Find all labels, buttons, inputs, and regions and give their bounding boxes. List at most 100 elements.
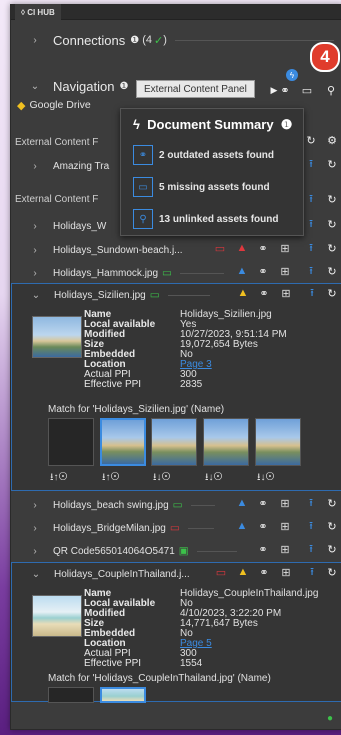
sync-icon[interactable]: ↻ bbox=[325, 241, 339, 255]
place-icon[interactable]: ⊞ bbox=[278, 519, 292, 533]
candidate-thumbnail[interactable] bbox=[100, 687, 146, 703]
place-icon[interactable]: ⊞ bbox=[278, 496, 292, 510]
monitor-icon: ▭ bbox=[172, 499, 183, 511]
upload-icon[interactable]: ⭱ bbox=[304, 496, 318, 510]
summary-item-missing[interactable]: ▭ 5 missing assets found bbox=[133, 176, 301, 198]
panel-titlebar: ◊ CI HUB bbox=[11, 4, 341, 20]
upload-icon[interactable]: ⭱ bbox=[304, 157, 318, 171]
monitor-icon: ▭ bbox=[169, 522, 180, 534]
file-name: Holidays_beach swing.jpg bbox=[53, 499, 169, 511]
file-name: Holidays_Hammock.jpg bbox=[53, 267, 159, 279]
chevron-down-icon[interactable]: ⌄ bbox=[30, 569, 42, 580]
link-icon[interactable]: ⚭ bbox=[256, 519, 270, 533]
summary-item-unlinked[interactable]: ⚲ 13 unlinked assets found bbox=[133, 208, 301, 230]
tab-title: CI HUB bbox=[27, 7, 55, 17]
info-icon[interactable]: ❶ bbox=[281, 117, 293, 132]
meta-value: 2835 bbox=[180, 379, 203, 390]
info-icon[interactable]: ❶ bbox=[119, 81, 128, 92]
panel-footer bbox=[11, 705, 341, 729]
warning-icon: ▲ bbox=[236, 265, 248, 277]
link-icon[interactable]: ⚭ bbox=[257, 286, 271, 300]
chevron-down-icon[interactable]: ⌄ bbox=[29, 81, 41, 92]
chevron-right-icon[interactable]: › bbox=[29, 268, 41, 279]
match-title: Match for 'Holidays_CoupleInThailand.jpg… bbox=[48, 673, 271, 684]
user-status-icon[interactable]: ● bbox=[323, 711, 337, 725]
connections-section[interactable]: › Connections ❶ (4 ✓ ) bbox=[11, 29, 341, 51]
upload-icon[interactable]: ⭱ bbox=[305, 565, 319, 579]
upload-icon[interactable]: ⭱ bbox=[304, 519, 318, 533]
file-name: Holidays_W bbox=[53, 220, 107, 232]
link-icon[interactable]: ⚭ bbox=[278, 83, 292, 97]
sync-icon[interactable]: ↻ bbox=[325, 496, 339, 510]
meta-label: Effective PPI bbox=[84, 379, 142, 390]
google-drive-label: Google Drive bbox=[29, 99, 91, 111]
link-icon[interactable]: ⚭ bbox=[256, 241, 270, 255]
candidate-thumbnail[interactable] bbox=[48, 687, 94, 703]
gear-icon[interactable]: ⚙ bbox=[325, 133, 339, 147]
sync-icon[interactable]: ↻ bbox=[325, 217, 339, 231]
warning-icon: ▲ bbox=[236, 497, 248, 509]
summary-item-text: 2 outdated assets found bbox=[159, 149, 275, 161]
asset-thumbnail bbox=[32, 316, 82, 358]
chevron-right-icon[interactable]: › bbox=[29, 161, 41, 172]
place-icon[interactable]: ⊞ bbox=[279, 286, 293, 300]
candidate-thumbnail[interactable] bbox=[100, 418, 146, 466]
place-icon[interactable]: ⊞ bbox=[278, 241, 292, 255]
sync-icon[interactable]: ↻ bbox=[325, 542, 339, 556]
summary-item-outdated[interactable]: ⚭ 2 outdated assets found bbox=[133, 144, 301, 166]
chevron-right-icon[interactable]: › bbox=[29, 221, 41, 232]
candidate-thumbnail[interactable] bbox=[48, 418, 94, 466]
chevron-right-icon[interactable]: › bbox=[29, 546, 41, 557]
sync-icon[interactable]: ↻ bbox=[325, 286, 339, 300]
link-icon[interactable]: ⚭ bbox=[256, 264, 270, 278]
divider bbox=[174, 39, 334, 41]
upload-icon[interactable]: ⭱ bbox=[304, 192, 318, 206]
search-icon[interactable]: ⚲ bbox=[324, 83, 338, 97]
monitor-icon: ▭ bbox=[215, 566, 227, 579]
candidate-actions[interactable]: ⭳↑⊙ bbox=[50, 470, 67, 487]
step-badge: 4 bbox=[310, 42, 340, 72]
upload-icon[interactable]: ⭱ bbox=[304, 264, 318, 278]
divider bbox=[190, 504, 215, 506]
candidate-actions[interactable]: ⭳↓⊙ bbox=[205, 470, 222, 487]
upload-icon[interactable]: ⭱ bbox=[304, 217, 318, 231]
candidate-actions[interactable]: ⭳↑⊙ bbox=[102, 470, 119, 487]
sync-icon[interactable]: ↻ bbox=[325, 157, 339, 171]
document-summary-popup: ϟ Document Summary ❶ ⚭ 2 outdated assets… bbox=[120, 108, 304, 236]
chevron-down-icon[interactable]: ⌄ bbox=[30, 290, 42, 301]
folder-icon[interactable]: ▭ bbox=[300, 83, 314, 97]
candidate-actions[interactable]: ⭳↓⊙ bbox=[153, 470, 170, 487]
place-icon[interactable]: ⊞ bbox=[279, 565, 293, 579]
divider bbox=[167, 294, 210, 296]
link-icon[interactable]: ⚭ bbox=[256, 496, 270, 510]
candidate-thumbnail[interactable] bbox=[203, 418, 249, 466]
sync-icon[interactable]: ↻ bbox=[325, 264, 339, 278]
monitor-icon: ▭ bbox=[162, 267, 172, 279]
candidate-thumbnail[interactable] bbox=[255, 418, 301, 466]
sync-icon[interactable]: ↻ bbox=[325, 565, 339, 579]
sync-icon[interactable]: ↻ bbox=[325, 519, 339, 533]
chevron-right-icon[interactable]: › bbox=[29, 245, 41, 256]
file-name: Holidays_Sizilien.jpg bbox=[54, 289, 146, 301]
tab-ci-hub[interactable]: ◊ CI HUB bbox=[15, 4, 61, 20]
chevron-right-icon[interactable]: › bbox=[29, 500, 41, 511]
refresh-icon[interactable]: ↻ bbox=[304, 133, 318, 147]
candidate-actions[interactable]: ⭳↓⊙ bbox=[257, 470, 274, 487]
upload-icon[interactable]: ⭱ bbox=[304, 542, 318, 556]
link-icon[interactable]: ⚭ bbox=[257, 565, 271, 579]
place-icon[interactable]: ⊞ bbox=[278, 264, 292, 278]
chevron-right-icon[interactable]: › bbox=[29, 35, 41, 46]
chevron-right-icon[interactable]: › bbox=[29, 523, 41, 534]
connections-close-paren: ) bbox=[163, 34, 167, 46]
place-icon[interactable]: ⊞ bbox=[278, 542, 292, 556]
link-icon[interactable]: ⚭ bbox=[256, 542, 270, 556]
upload-icon[interactable]: ⭱ bbox=[305, 286, 319, 300]
summary-item-text: 13 unlinked assets found bbox=[159, 213, 279, 225]
candidate-thumbnail[interactable] bbox=[151, 418, 197, 466]
sync-icon[interactable]: ↻ bbox=[325, 192, 339, 206]
monitor-icon: ▭ bbox=[149, 289, 160, 301]
upload-icon[interactable]: ⭱ bbox=[304, 241, 318, 255]
popup-title-text: Document Summary bbox=[147, 117, 274, 132]
divider bbox=[196, 550, 237, 552]
info-icon[interactable]: ❶ bbox=[130, 35, 139, 46]
